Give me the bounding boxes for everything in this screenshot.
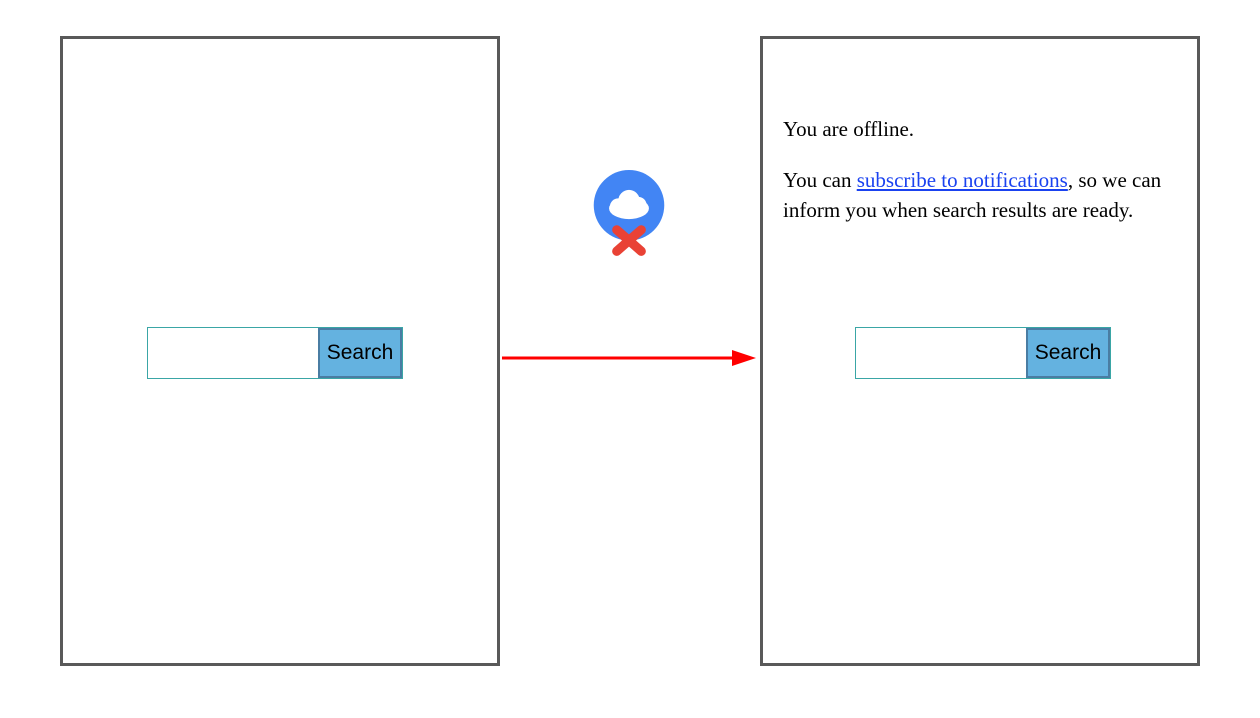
panel-after: You are offline. You can subscribe to no… <box>760 36 1200 666</box>
offline-cloud-icon <box>583 170 675 262</box>
arrow-icon <box>502 348 756 368</box>
offline-line2: You can subscribe to notifications, so w… <box>783 166 1177 225</box>
search-input[interactable] <box>148 328 318 378</box>
subscribe-link[interactable]: subscribe to notifications <box>857 168 1068 192</box>
search-input[interactable] <box>856 328 1026 378</box>
offline-message: You are offline. You can subscribe to no… <box>783 115 1177 247</box>
search-button[interactable]: Search <box>1026 328 1110 378</box>
panel-before: Search <box>60 36 500 666</box>
search-group-right: Search <box>855 327 1111 379</box>
search-group-left: Search <box>147 327 403 379</box>
offline-line2-before: You can <box>783 168 857 192</box>
search-button[interactable]: Search <box>318 328 402 378</box>
offline-line1: You are offline. <box>783 115 1177 144</box>
